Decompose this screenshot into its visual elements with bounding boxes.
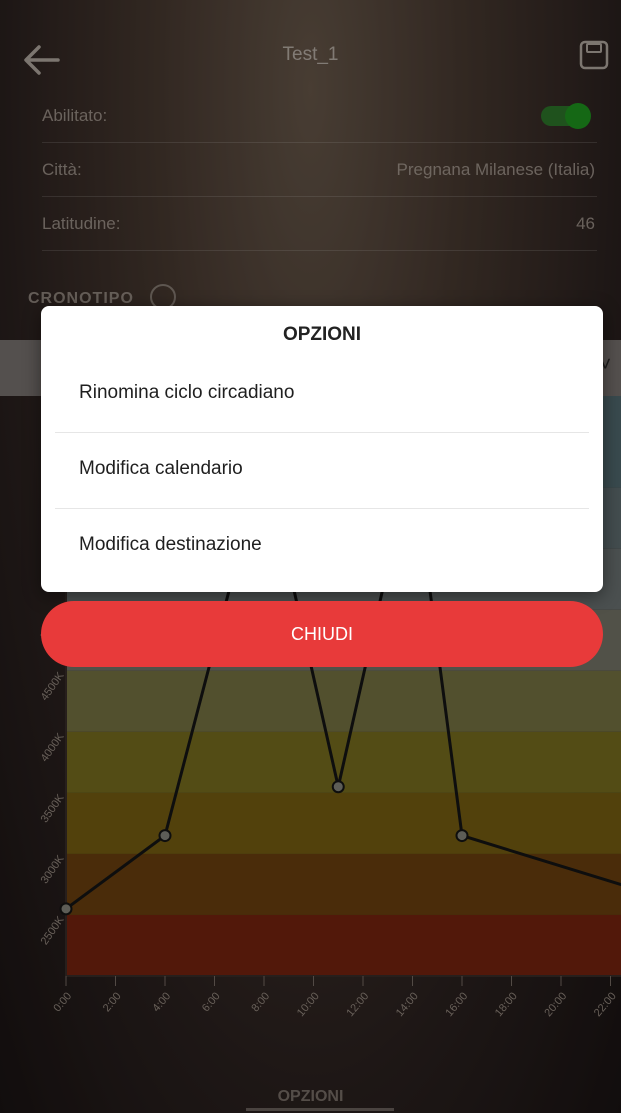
menu-item-label: Rinomina ciclo circadiano bbox=[79, 382, 295, 403]
menu-item-label: Modifica destinazione bbox=[79, 534, 262, 555]
menu-item-edit-calendar[interactable]: Modifica calendario bbox=[55, 432, 589, 509]
close-button[interactable]: CHIUDI bbox=[41, 601, 603, 667]
menu-item-rename[interactable]: Rinomina ciclo circadiano bbox=[55, 356, 589, 433]
options-dialog: OPZIONI Rinomina ciclo circadiano Modifi… bbox=[41, 306, 603, 592]
menu-item-edit-destination[interactable]: Modifica destinazione bbox=[55, 508, 589, 584]
dialog-title: OPZIONI bbox=[282, 324, 362, 345]
menu-item-label: Modifica calendario bbox=[79, 458, 243, 479]
app-screen: Test_1 Abilitato: Città: Pregnana Milane… bbox=[0, 0, 621, 1113]
